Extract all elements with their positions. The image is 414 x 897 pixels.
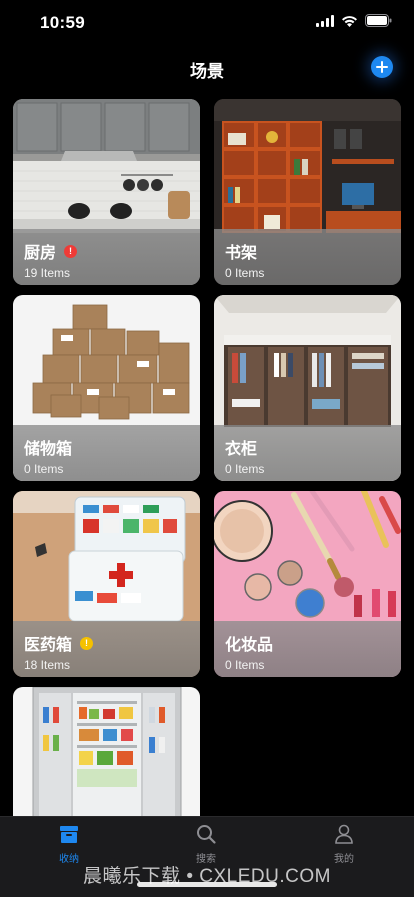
add-scene-button[interactable]: [371, 56, 393, 78]
home-indicator[interactable]: [137, 882, 277, 887]
page-title: 场景: [190, 62, 224, 81]
scene-name-label: 书架: [225, 245, 258, 262]
scene-count: 0 Items: [225, 266, 265, 280]
scene-card-kitchen[interactable]: 厨房 ! 19 Items: [13, 99, 200, 285]
scene-name: 医药箱 !: [24, 631, 94, 655]
wifi-icon: [342, 15, 357, 27]
scene-name-label: 衣柜: [225, 441, 258, 458]
signal-icon: [316, 14, 334, 27]
scene-name-label: 化妆品: [225, 637, 274, 654]
scene-name: 储物箱: [24, 435, 72, 459]
person-icon: [335, 824, 353, 844]
status-bar: 10:59: [0, 0, 414, 44]
scene-count: 0 Items: [225, 462, 265, 476]
scene-name: 化妆品: [225, 631, 273, 655]
plus-icon: [376, 61, 388, 73]
scene-name: 衣柜: [225, 435, 257, 459]
scene-card-storage-box[interactable]: 储物箱 0 Items: [13, 295, 200, 481]
tab-storage[interactable]: 收纳: [29, 823, 109, 865]
scene-count: 19 Items: [24, 266, 71, 280]
scene-name-label: 医药箱: [24, 637, 73, 654]
tab-profile[interactable]: 我的: [304, 823, 384, 865]
scene-name-label: 厨房: [24, 245, 57, 262]
tab-search[interactable]: 搜索: [166, 823, 246, 865]
search-icon: [197, 825, 216, 844]
battery-icon: [365, 14, 392, 27]
scene-card-cosmetics[interactable]: 化妆品 0 Items: [214, 491, 401, 677]
scene-card-bookshelf[interactable]: 书架 0 Items: [214, 99, 401, 285]
scene-card-medicine-box[interactable]: 医药箱 ! 18 Items: [13, 491, 200, 677]
scene-count: 0 Items: [225, 658, 265, 672]
scene-card-wardrobe[interactable]: 衣柜 0 Items: [214, 295, 401, 481]
nav-bar: 场景: [0, 44, 414, 90]
box-icon: [60, 826, 78, 843]
status-icons: [316, 14, 392, 27]
scene-name: 书架: [225, 239, 257, 263]
scene-count: 18 Items: [24, 658, 71, 672]
status-time: 10:59: [40, 13, 85, 32]
scene-name: 厨房 !: [24, 239, 78, 263]
scene-count: 0 Items: [24, 462, 64, 476]
scene-name-label: 储物箱: [24, 441, 73, 458]
alert-badge: !: [80, 636, 94, 650]
alert-badge: !: [64, 244, 78, 258]
